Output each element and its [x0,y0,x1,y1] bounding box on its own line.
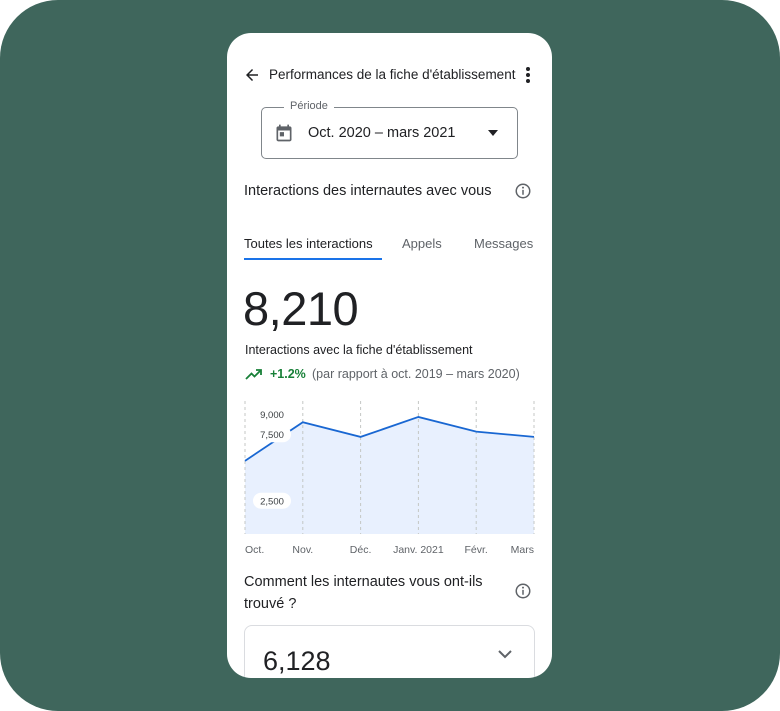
info-icon[interactable] [514,582,532,600]
x-tick-label: Oct. [245,544,264,556]
tab-calls[interactable]: Appels [402,236,442,251]
dropdown-arrow-icon [488,130,498,136]
x-tick-label: Janv. 2021 [393,544,444,556]
period-value: Oct. 2020 – mars 2021 [308,125,456,141]
back-arrow-icon[interactable] [243,66,261,84]
interactions-label: Interactions avec la fiche d'établisseme… [245,343,473,357]
more-vert-icon[interactable] [520,66,536,84]
interactions-section-title: Interactions des internautes avec vous [244,183,492,199]
x-tick-label: Nov. [292,544,313,556]
app-header: Performances de la fiche d'établissement [227,33,552,103]
discovery-card[interactable]: 6,128 [244,625,535,678]
interaction-tabs: Toutes les interactions Appels Messages [227,228,552,260]
info-icon[interactable] [514,182,532,200]
x-tick-label: Mars [511,544,534,556]
x-tick-label: Déc. [350,544,372,556]
period-select[interactable]: Période Oct. 2020 – mars 2021 [261,100,518,159]
discovery-total: 6,128 [263,646,331,676]
y-tick-label: 9,000 [260,410,284,421]
interactions-total: 8,210 [243,282,359,335]
y-tick-label: 7,500 [260,430,284,441]
discovery-section-title: Comment les internautes vous ont-ils tro… [244,574,483,612]
trend-comparison: (par rapport à oct. 2019 – mars 2020) [312,367,520,381]
x-tick-label: Févr. [465,544,488,556]
interactions-chart: 9,000 7,500 2,500 Oct. Nov. Déc. Janv. 2021 Fév… [227,393,552,563]
trend-value: +1.2% [270,367,306,381]
tab-all-interactions[interactable]: Toutes les interactions [244,236,373,251]
tab-messages[interactable]: Messages [474,236,533,251]
calendar-icon [276,124,292,142]
chevron-down-icon[interactable] [497,648,513,660]
y-tick-label: 2,500 [260,496,284,507]
phone-screen: Performances de la fiche d'établissement… [227,33,552,678]
background-frame: Performances de la fiche d'établissement… [0,0,780,711]
period-label: Période [284,100,334,112]
trending-up-icon [245,369,262,380]
page-title: Performances de la fiche d'établissement [269,67,516,82]
chart-svg: 9,000 7,500 2,500 Oct. Nov. Déc. Janv. 2021 Fév… [244,401,535,556]
active-tab-indicator [244,258,382,260]
